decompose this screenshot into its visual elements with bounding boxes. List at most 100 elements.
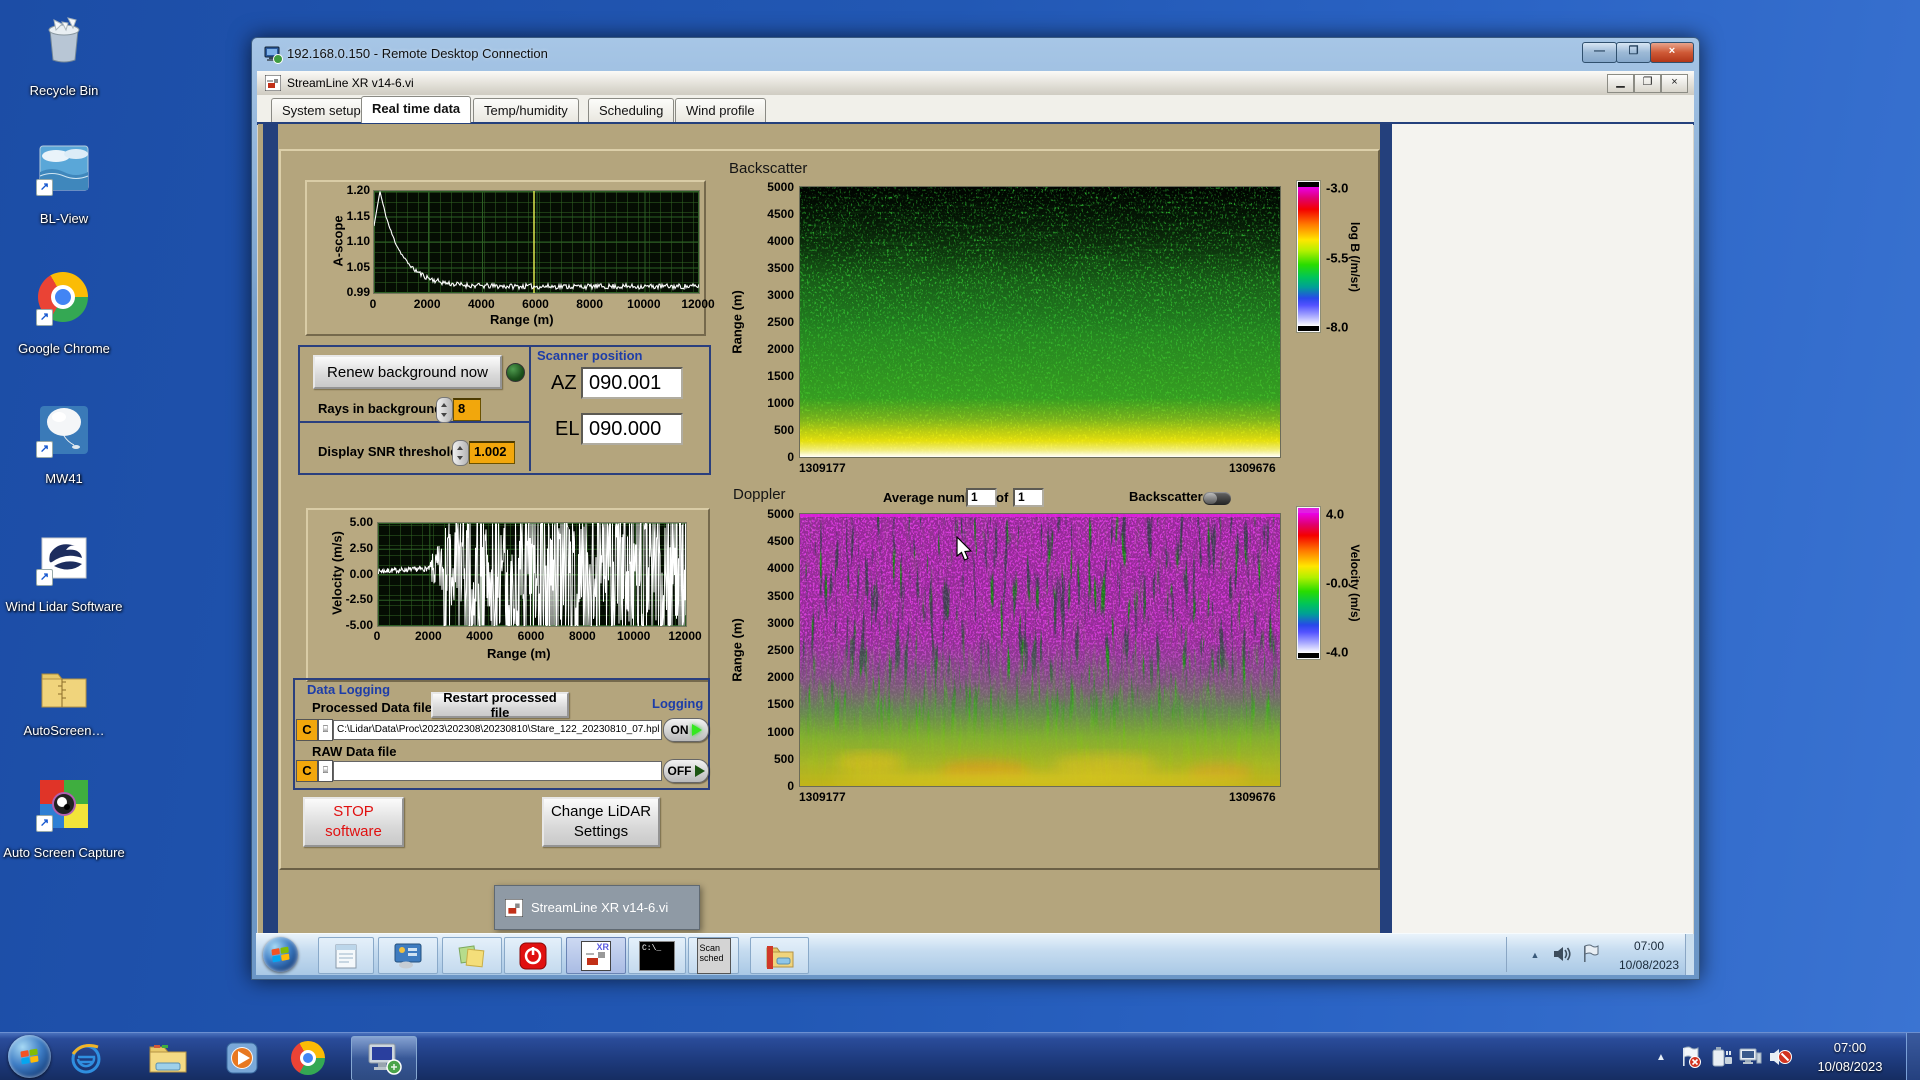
remote-taskbar-control-panel[interactable]	[378, 937, 438, 974]
remote-tray-volume-icon[interactable]	[1552, 945, 1572, 963]
tray-power-icon[interactable]	[1710, 1045, 1734, 1069]
desktop-icon-label[interactable]: AutoScreen…	[2, 722, 126, 739]
host-tray-clock[interactable]: 07:0010/08/2023	[1800, 1038, 1900, 1076]
desktop-icon-label[interactable]: MW41	[2, 470, 126, 487]
windows-flag-icon	[271, 947, 289, 963]
raw-browse-icon[interactable]: ⌸	[318, 760, 333, 782]
app-minimize-button[interactable]: ▁	[1607, 74, 1634, 93]
tray-show-hidden-icon[interactable]: ▲	[1653, 1049, 1669, 1065]
average-number-field[interactable]: 1	[966, 488, 997, 507]
processed-path-field[interactable]: C:\Lidar\Data\Proc\2023\202308\20230810\…	[333, 720, 662, 740]
chrome-icon[interactable]: ↗	[38, 272, 90, 324]
change-lidar-settings-button[interactable]: Change LiDARSettings	[542, 797, 660, 847]
axis-tick-label: 0	[374, 629, 381, 643]
rays-value-field[interactable]: 8	[453, 398, 481, 421]
desktop-icon-label[interactable]: Google Chrome	[2, 340, 126, 357]
processed-browse-icon[interactable]: ⌸	[318, 719, 333, 741]
renew-background-button[interactable]: Renew background now	[313, 355, 502, 389]
az-value-field[interactable]: 090.001	[581, 367, 683, 399]
wind-lidar-icon[interactable]: ↗	[38, 532, 90, 584]
tab-temp-humidity[interactable]: Temp/humidity	[473, 98, 579, 122]
axis-tick-label: 5000	[767, 507, 794, 521]
remote-show-desktop-button[interactable]	[1685, 934, 1694, 975]
axis-tick-label: 2000	[767, 342, 794, 356]
show-desktop-button[interactable]	[1906, 1033, 1920, 1080]
taskbar-chrome-icon[interactable]	[288, 1039, 328, 1077]
tray-network-icon[interactable]	[1738, 1045, 1764, 1069]
axis-tick-label: 2500	[767, 315, 794, 329]
ascope-plot[interactable]	[373, 190, 700, 294]
rdp-window-title: 192.168.0.150 - Remote Desktop Connectio…	[287, 46, 548, 61]
snr-spinner[interactable]	[452, 440, 469, 466]
axis-tick-label: 5000	[767, 180, 794, 194]
rdp-close-button[interactable]: ×	[1650, 42, 1694, 63]
average-count-field[interactable]: 1	[1013, 488, 1044, 507]
power-stop-icon	[519, 942, 547, 970]
tray-action-center-icon[interactable]	[1680, 1045, 1702, 1069]
stop-software-button[interactable]: STOPsoftware	[303, 797, 404, 847]
scanner-position-title: Scanner position	[537, 348, 642, 363]
rdp-minimize-button[interactable]: —	[1582, 42, 1617, 63]
shortcut-arrow-icon: ↗	[36, 441, 53, 458]
processed-path-type-icon[interactable]: C	[296, 719, 318, 741]
rdp-maximize-button[interactable]: ❐	[1616, 42, 1651, 63]
desktop-icon-label[interactable]: BL-View	[2, 210, 126, 227]
raw-path-field[interactable]	[333, 761, 662, 781]
panel-right-border	[1380, 124, 1392, 933]
remote-taskbar-cmd[interactable]: C:\_	[628, 937, 686, 974]
desktop-icon-label[interactable]: Auto Screen Capture	[2, 844, 126, 861]
axis-tick-label: 1.10	[347, 234, 370, 248]
doppler-heatmap[interactable]	[799, 513, 1281, 787]
tab-wind-profile[interactable]: Wind profile	[675, 98, 766, 122]
tab-real-time-data[interactable]: Real time data	[361, 96, 471, 123]
taskbar-explorer-icon[interactable]	[148, 1039, 188, 1077]
rdp-title-bar[interactable]: 192.168.0.150 - Remote Desktop Connectio…	[252, 38, 1699, 71]
app-title-bar[interactable]: StreamLine XR v14-6.vi ▁ ❐ ×	[257, 71, 1694, 96]
tray-volume-muted-icon[interactable]	[1768, 1045, 1794, 1069]
remote-taskbar-folder[interactable]	[750, 937, 809, 974]
desktop: Recycle Bin ↗ BL-View ↗ Google Chrome ↗ …	[0, 0, 1920, 1080]
velocity-y-ticks: 5.002.500.00-2.50-5.00	[325, 522, 373, 625]
logging-label: Logging	[652, 696, 703, 711]
remote-taskbar-stop-app[interactable]	[504, 937, 562, 974]
velocity-plot[interactable]	[377, 522, 687, 627]
remote-taskbar-notepad[interactable]	[318, 937, 374, 974]
axis-tick-label: 1500	[767, 697, 794, 711]
start-button[interactable]	[8, 1035, 51, 1078]
backscatter-toggle-switch[interactable]	[1203, 492, 1231, 505]
taskbar-preview-tooltip[interactable]: StreamLine XR v14-6.vi	[494, 885, 700, 930]
vi-app-icon	[505, 899, 523, 917]
snr-value-field[interactable]: 1.002	[469, 441, 515, 464]
tab-system-setup[interactable]: System setup	[271, 98, 372, 122]
remote-taskbar-scan-scheduler[interactable]: Scansched	[688, 937, 739, 974]
rays-spinner[interactable]	[436, 397, 453, 423]
el-value-field[interactable]: 090.000	[581, 413, 683, 445]
remote-taskbar-sticky-notes[interactable]	[442, 937, 502, 974]
remote-tray-show-hidden-icon[interactable]: ▲	[1528, 948, 1542, 962]
taskbar-rdp-active-button[interactable]	[351, 1036, 417, 1080]
remote-tray-flag-icon[interactable]	[1582, 944, 1600, 964]
restart-processed-file-button[interactable]: Restart processed file	[431, 692, 569, 718]
app-close-button[interactable]: ×	[1661, 74, 1688, 93]
remote-start-button[interactable]	[263, 937, 298, 972]
host-taskbar: ▲ 07:0010/08/2023	[0, 1032, 1920, 1080]
doppler-time-end: 1309676	[1229, 790, 1276, 804]
taskbar-wmp-icon[interactable]	[222, 1039, 262, 1077]
remote-taskbar-streamline-xr[interactable]: XR	[566, 937, 626, 974]
desktop-icon-label[interactable]: Wind Lidar Software	[2, 598, 126, 615]
processed-logging-on-button[interactable]: ON	[663, 718, 709, 742]
mw41-icon[interactable]: ↗	[38, 404, 90, 456]
axis-tick-label: -4.0	[1326, 645, 1348, 660]
taskbar-ie-icon[interactable]	[66, 1039, 106, 1077]
desktop-icon-label[interactable]: Recycle Bin	[2, 82, 126, 99]
backscatter-heatmap[interactable]	[799, 186, 1281, 458]
recycle-bin-icon[interactable]	[38, 14, 90, 66]
raw-path-type-icon[interactable]: C	[296, 760, 318, 782]
bl-view-icon[interactable]: ↗	[38, 142, 90, 194]
zip-folder-icon[interactable]	[38, 662, 90, 714]
auto-screen-capture-icon[interactable]: ↗	[38, 778, 90, 830]
remote-tray-clock[interactable]: 07:0010/08/2023	[1608, 937, 1690, 975]
tab-scheduling[interactable]: Scheduling	[588, 98, 674, 122]
raw-logging-off-button[interactable]: OFF	[663, 759, 709, 783]
app-maximize-button[interactable]: ❐	[1634, 74, 1661, 93]
